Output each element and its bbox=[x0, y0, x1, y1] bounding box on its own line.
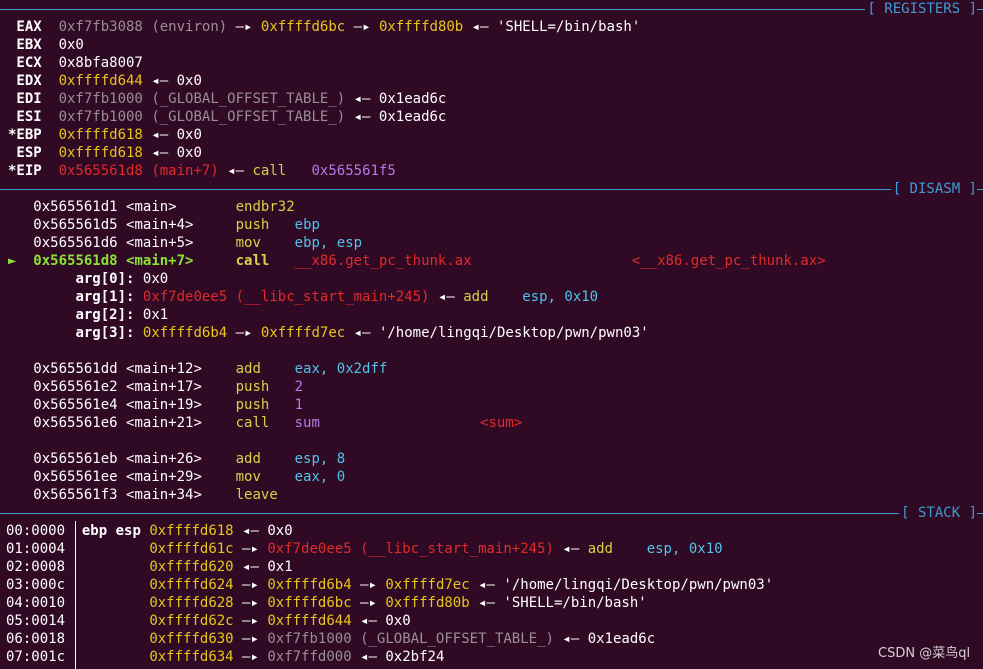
call-argument: arg[3]: 0xffffd6b4 —▸ 0xffffd7ec ◂— '/ho… bbox=[75, 325, 649, 341]
csdn-watermark: CSDN @菜鸟ql bbox=[878, 646, 971, 661]
registers-section-label: [ REGISTERS ] bbox=[865, 0, 977, 18]
register-esi: ESI 0xf7fb1000 (_GLOBAL_OFFSET_TABLE_) ◂… bbox=[8, 109, 447, 125]
register-ebx: EBX 0x0 bbox=[8, 37, 84, 53]
disasm-separator: [ DISASM ] bbox=[0, 180, 983, 198]
stack-row: 03:000c 0xffffd624 —▸ 0xffffd6b4 —▸ 0xff… bbox=[6, 577, 774, 593]
register-esp: ESP 0xffffd618 ◂— 0x0 bbox=[8, 145, 202, 161]
disasm-line: 0x565561d5 <main+4> push ebp bbox=[33, 217, 320, 233]
stack-row: 05:0014 0xffffd62c —▸ 0xffffd644 ◂— 0x0 bbox=[6, 613, 411, 629]
disasm-line: 0x565561e2 <main+17> push 2 bbox=[33, 379, 304, 395]
current-instruction-pointer-icon: ► bbox=[8, 253, 17, 269]
register-eip: *EIP 0x565561d8 (main+7) ◂— call 0x56556… bbox=[8, 163, 396, 179]
stack-row: 07:001c 0xffffd634 —▸ 0xf7ffd000 ◂— 0x2b… bbox=[6, 649, 445, 665]
register-edi: EDI 0xf7fb1000 (_GLOBAL_OFFSET_TABLE_) ◂… bbox=[8, 91, 447, 107]
stack-row: 01:0004 0xffffd61c —▸ 0xf7de0ee5 (__libc… bbox=[6, 541, 723, 557]
registers-separator: [ REGISTERS ] bbox=[0, 0, 983, 18]
register-eax: EAX 0xf7fb3088 (environ) —▸ 0xffffd6bc —… bbox=[8, 19, 641, 35]
disasm-line: 0x565561dd <main+12> add eax, 0x2dff bbox=[33, 361, 388, 377]
stack-row: 06:0018 0xffffd630 —▸ 0xf7fb1000 (_GLOBA… bbox=[6, 631, 656, 647]
register-ecx: ECX 0x8bfa8007 bbox=[8, 55, 143, 71]
stack-row: 04:0010 0xffffd628 —▸ 0xffffd6bc —▸ 0xff… bbox=[6, 595, 647, 611]
disasm-current-line: ► 0x565561d8 <main+7> call __x86.get_pc_… bbox=[8, 253, 826, 269]
disasm-line: 0x565561ee <main+29> mov eax, 0 bbox=[33, 469, 346, 485]
call-argument: arg[2]: 0x1 bbox=[75, 307, 169, 323]
disasm-section-label: [ DISASM ] bbox=[890, 180, 977, 198]
register-ebp: *EBP 0xffffd618 ◂— 0x0 bbox=[8, 127, 202, 143]
disasm-line: 0x565561e6 <main+21> call sum <sum> bbox=[33, 415, 523, 431]
disasm-line: 0x565561e4 <main+19> push 1 bbox=[33, 397, 304, 413]
register-edx: EDX 0xffffd644 ◂— 0x0 bbox=[8, 73, 202, 89]
disasm-line: 0x565561d6 <main+5> mov ebp, esp bbox=[33, 235, 363, 251]
call-argument: arg[0]: 0x0 bbox=[75, 271, 169, 287]
disasm-line: 0x565561eb <main+26> add esp, 8 bbox=[33, 451, 346, 467]
disasm-line: 0x565561f3 <main+34> leave bbox=[33, 487, 278, 503]
call-argument: arg[1]: 0xf7de0ee5 (__libc_start_main+24… bbox=[75, 289, 599, 305]
stack-separator: [ STACK ] bbox=[0, 504, 983, 522]
disasm-line: 0x565561d1 <main> endbr32 bbox=[33, 199, 295, 215]
stack-row: 02:0008 0xffffd620 ◂— 0x1 bbox=[6, 559, 293, 575]
stack-row: 00:0000 ebp esp 0xffffd618 ◂— 0x0 bbox=[6, 523, 293, 539]
stack-section-label: [ STACK ] bbox=[899, 504, 977, 522]
